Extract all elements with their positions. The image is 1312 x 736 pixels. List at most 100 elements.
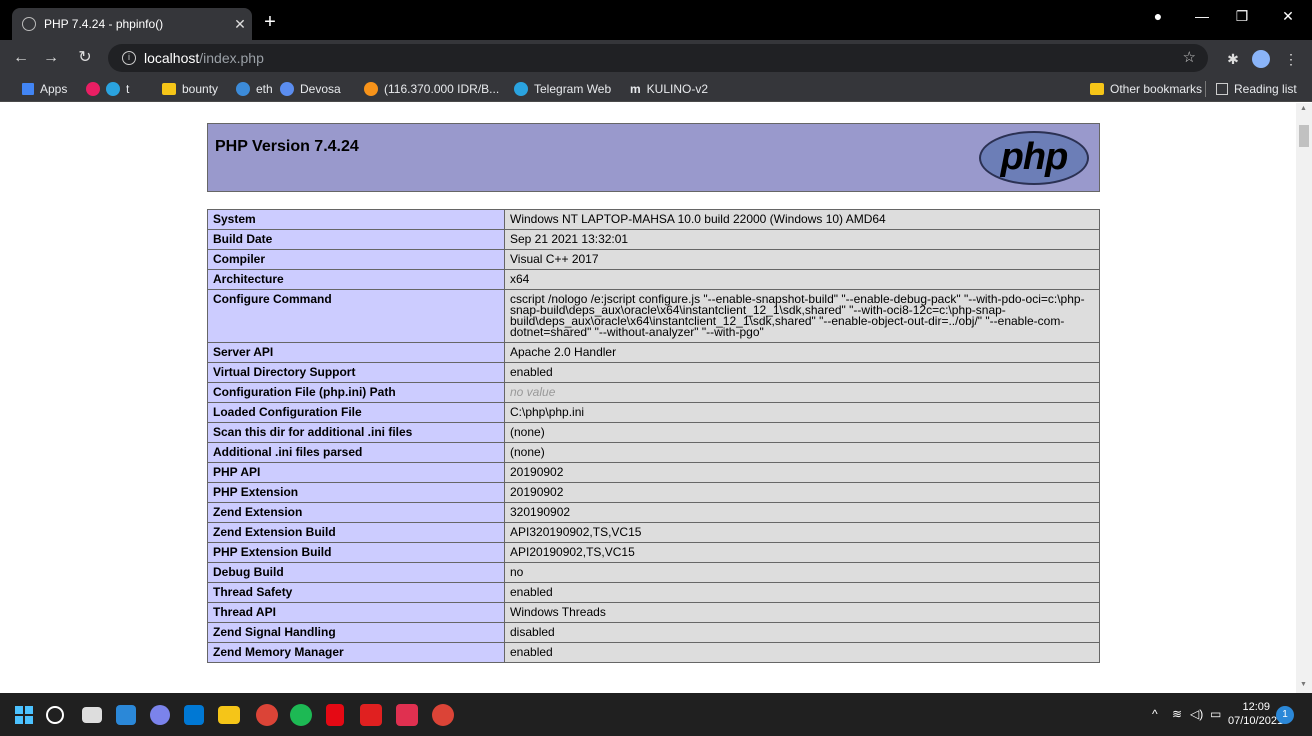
browser-tab[interactable]: PHP 7.4.24 - phpinfo() ✕ (12, 8, 252, 40)
row-value: x64 (504, 269, 1100, 290)
bookmark-bounty[interactable]: bounty (162, 80, 218, 98)
close-window-icon[interactable]: ✕ (1268, 8, 1308, 25)
store-icon[interactable] (184, 705, 204, 725)
battery-icon[interactable]: ▭ (1210, 707, 1221, 721)
row-value: enabled (504, 362, 1100, 383)
system-clock[interactable]: 12:09 07/10/2021 (1228, 700, 1283, 728)
task-view-icon[interactable] (82, 707, 102, 723)
restore-icon[interactable]: ❐ (1222, 8, 1262, 25)
bookmark-apps[interactable]: Apps (22, 80, 67, 98)
widgets-icon[interactable] (116, 705, 136, 725)
table-row: Server API Apache 2.0 Handler (207, 342, 1100, 363)
wifi-icon[interactable]: ≋ (1172, 707, 1182, 721)
pinwheel-icon (86, 82, 100, 96)
anydesk-icon[interactable] (396, 704, 418, 726)
table-row: PHP Extension Build API20190902,TS,VC15 (207, 542, 1100, 563)
menu-icon[interactable]: ⋮ (1282, 50, 1300, 68)
reload-icon[interactable]: ↻ (74, 48, 96, 68)
chat-icon[interactable] (150, 705, 170, 725)
bookmark-label: (116.370.000 IDR/B... (384, 82, 500, 96)
row-key: PHP Extension (207, 482, 505, 503)
minimize-icon[interactable]: — (1182, 8, 1222, 24)
scroll-up-icon[interactable]: ▲ (1300, 105, 1307, 112)
row-key: Thread API (207, 602, 505, 623)
row-key: Server API (207, 342, 505, 363)
table-row: Scan this dir for additional .ini files(… (207, 422, 1100, 443)
row-value: API320190902,TS,VC15 (504, 522, 1100, 543)
row-value: (none) (504, 442, 1100, 463)
netflix-icon[interactable] (326, 704, 344, 726)
row-key: Configure Command (207, 289, 505, 343)
page-scrollbar[interactable]: ▲ ▼ (1296, 103, 1312, 693)
volume-icon[interactable]: ◁) (1190, 707, 1203, 721)
new-tab-button[interactable]: + (258, 10, 282, 34)
table-row: Architecture x64 (207, 269, 1100, 290)
phpinfo-table: System Windows NT LAPTOP-MAHSA 10.0 build… (207, 209, 1100, 663)
table-row: Loaded Configuration File C:\php\php.ini (207, 402, 1100, 423)
table-row: Compiler Visual C++ 2017 (207, 249, 1100, 270)
bookmark-telegram-web[interactable]: Telegram Web (514, 80, 611, 98)
chrome-active-icon[interactable] (432, 704, 454, 726)
bookmark-bitcoin-price[interactable]: (116.370.000 IDR/B... (364, 80, 499, 98)
row-value: API20190902,TS,VC15 (504, 542, 1100, 563)
profile-icon[interactable]: ● (1138, 8, 1178, 24)
bookmark-devosa[interactable]: Devosa (280, 80, 341, 98)
row-value: (none) (504, 422, 1100, 443)
other-bookmarks[interactable]: Other bookmarks (1090, 80, 1202, 98)
tab-title: PHP 7.4.24 - phpinfo() (44, 17, 164, 31)
row-value: 320190902 (504, 502, 1100, 523)
page-title: PHP Version 7.4.24 (215, 138, 359, 155)
table-row: PHP API 20190902 (207, 462, 1100, 483)
table-row: Zend Memory Manager enabled (207, 642, 1100, 663)
reading-list[interactable]: Reading list (1216, 80, 1297, 98)
address-bar[interactable]: i localhost/index.php ☆ (108, 44, 1208, 72)
tray-chevron-icon[interactable]: ^ (1152, 707, 1158, 721)
row-key: Configuration File (php.ini) Path (207, 382, 505, 403)
row-key: Compiler (207, 249, 505, 270)
forward-icon[interactable]: → (40, 48, 62, 68)
extensions-icon[interactable]: ✱ (1224, 50, 1242, 68)
row-value: Windows Threads (504, 602, 1100, 623)
tab-strip: PHP 7.4.24 - phpinfo() ✕ + ● — ❐ ✕ (0, 0, 1312, 40)
chrome-icon[interactable] (256, 704, 278, 726)
avatar[interactable] (1252, 50, 1270, 68)
row-value: enabled (504, 642, 1100, 663)
reading-list-label: Reading list (1234, 82, 1297, 96)
row-key: Architecture (207, 269, 505, 290)
search-icon[interactable] (46, 706, 64, 724)
bitcoin-icon (364, 82, 378, 96)
bookmarks-bar: Apps t bounty eth Devosa (116.370.000 ID… (0, 76, 1312, 102)
row-key: PHP API (207, 462, 505, 483)
table-row: Zend Extension 320190902 (207, 502, 1100, 523)
table-row: Debug Build no (207, 562, 1100, 583)
row-value: cscript /nologo /e:jscript configure.js … (504, 289, 1100, 343)
close-tab-icon[interactable]: ✕ (228, 16, 252, 33)
back-icon[interactable]: ← (10, 48, 32, 68)
bookmark-star-icon[interactable]: ☆ (1183, 48, 1196, 66)
table-row: Configure Command cscript /nologo /e:jscr… (207, 289, 1100, 343)
row-value: enabled (504, 582, 1100, 603)
table-row: Zend Extension Build API320190902,TS,VC15 (207, 522, 1100, 543)
table-row: Thread Safety enabled (207, 582, 1100, 603)
info-icon[interactable]: i (122, 51, 136, 65)
row-value: Apache 2.0 Handler (504, 342, 1100, 363)
bookmark-label: Devosa (300, 82, 341, 96)
page-content: PHP Version 7.4.24 php System Windows NT … (0, 103, 1296, 693)
bookmark-t[interactable]: t (106, 80, 129, 98)
table-row: Virtual Directory Support enabled (207, 362, 1100, 383)
row-key: Zend Signal Handling (207, 622, 505, 643)
bookmark-pinwheel[interactable] (86, 80, 106, 98)
bookmark-eth[interactable]: eth (236, 80, 273, 98)
row-value: 20190902 (504, 462, 1100, 483)
scroll-down-icon[interactable]: ▼ (1300, 681, 1307, 688)
acrobat-icon[interactable] (360, 704, 382, 726)
row-key: PHP Extension Build (207, 542, 505, 563)
bookmark-kulino[interactable]: m KULINO-v2 (630, 80, 708, 98)
scrollbar-thumb[interactable] (1299, 125, 1309, 147)
notification-badge[interactable]: 1 (1276, 706, 1294, 724)
windows-start-icon[interactable] (12, 703, 36, 727)
file-explorer-icon[interactable] (218, 706, 240, 724)
row-value: no (504, 562, 1100, 583)
spotify-icon[interactable] (290, 704, 312, 726)
php-logo: php (979, 131, 1089, 185)
